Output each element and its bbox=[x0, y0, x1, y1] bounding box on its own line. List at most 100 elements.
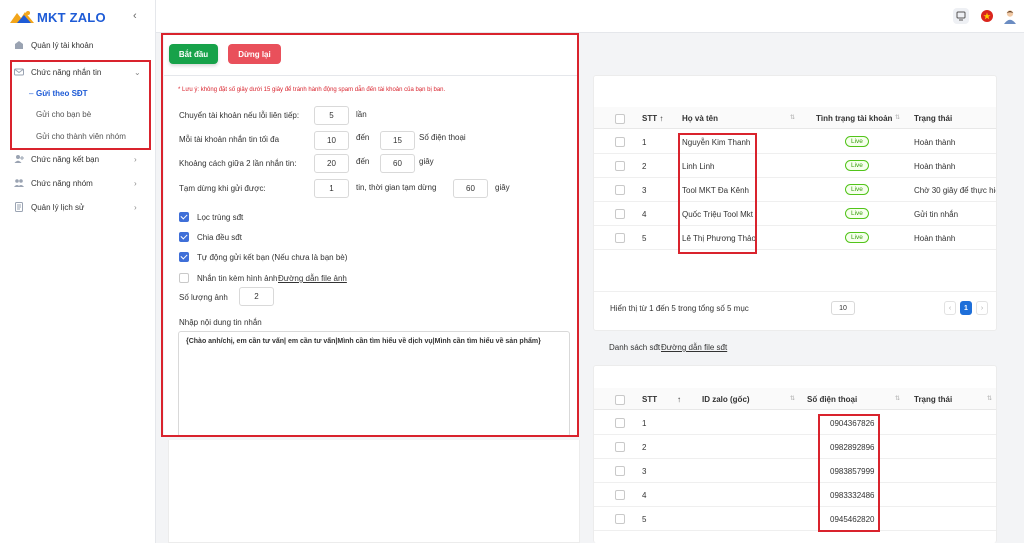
row-checkbox[interactable] bbox=[615, 490, 625, 500]
pause-count-input[interactable]: 1 bbox=[314, 179, 349, 198]
row-checkbox[interactable] bbox=[615, 161, 625, 171]
stop-button[interactable]: Dừng lại bbox=[228, 44, 281, 64]
select-all-checkbox[interactable] bbox=[615, 114, 625, 124]
start-button[interactable]: Bắt đầu bbox=[169, 44, 218, 64]
row-checkbox[interactable] bbox=[615, 442, 625, 452]
table-row[interactable]: 2 Linh Linh Live Hoàn thành bbox=[594, 154, 996, 178]
avatar[interactable] bbox=[1002, 8, 1018, 24]
filter-duplicates-checkbox[interactable] bbox=[179, 212, 189, 222]
logo[interactable]: MKT ZALO bbox=[9, 9, 106, 25]
row-checkbox[interactable] bbox=[615, 514, 625, 524]
col-account-status[interactable]: Tình trạng tài khoản bbox=[816, 114, 892, 123]
table-header: STT ↑ Họ và tên ⇅ Tình trạng tài khoản ⇅… bbox=[594, 107, 996, 129]
switch-account-label: Chuyển tài khoản nếu lỗi liên tiếp: bbox=[179, 111, 300, 120]
pager-info: Hiển thị từ 1 đến 5 trong tổng số 5 mục bbox=[610, 304, 749, 313]
row-status: Hoàn thành bbox=[914, 162, 956, 171]
sort-icon[interactable]: ⇅ bbox=[987, 395, 992, 402]
sidebar-item-groups[interactable]: Chức năng nhóm › bbox=[0, 172, 155, 194]
phone-file-link[interactable]: Đường dẫn file sđt bbox=[661, 343, 727, 352]
row-checkbox[interactable] bbox=[615, 185, 625, 195]
subitem-send-to-group-members[interactable]: Gửi cho thành viên nhóm bbox=[0, 127, 155, 147]
row-status: Gửi tin nhắn bbox=[914, 210, 959, 219]
row-checkbox[interactable] bbox=[615, 209, 625, 219]
select-all-checkbox[interactable] bbox=[615, 395, 625, 405]
row-stt: 4 bbox=[642, 210, 647, 219]
sidebar-item-friends[interactable]: Chức năng kết bạn › bbox=[0, 148, 155, 170]
subitem-send-to-friends[interactable]: Gửi cho bạn bè bbox=[0, 105, 155, 125]
row-checkbox[interactable] bbox=[615, 137, 625, 147]
collapse-sidebar-icon[interactable]: ‹ bbox=[133, 10, 143, 22]
page-1-button[interactable]: 1 bbox=[960, 301, 972, 315]
col-status[interactable]: Trạng thái bbox=[914, 395, 952, 404]
row-checkbox[interactable] bbox=[615, 418, 625, 428]
image-path-link[interactable]: Đường dẫn file ảnh bbox=[278, 274, 347, 283]
row-status: Hoàn thành bbox=[914, 234, 956, 243]
sort-icon[interactable]: ⇅ bbox=[895, 114, 900, 121]
prev-page-button[interactable]: ‹ bbox=[944, 301, 956, 315]
live-badge: Live bbox=[845, 232, 869, 243]
sidebar-item-messaging[interactable]: Chức năng nhắn tin ⌄ bbox=[0, 61, 155, 83]
interval-unit: giây bbox=[419, 157, 434, 166]
row-checkbox[interactable] bbox=[615, 233, 625, 243]
table-row[interactable]: 4 Quốc Triệu Tool Mkt Live Gửi tin nhắn bbox=[594, 202, 996, 226]
sidebar-item-label: Chức năng nhóm bbox=[31, 178, 93, 188]
row-checkbox[interactable] bbox=[615, 466, 625, 476]
next-page-button[interactable]: › bbox=[976, 301, 988, 315]
auto-friend-checkbox[interactable] bbox=[179, 252, 189, 262]
col-phone[interactable]: Số điện thoại bbox=[807, 395, 857, 404]
table-row[interactable]: 2 0982892896 bbox=[594, 435, 996, 459]
table-row[interactable]: 1 Nguyễn Kim Thanh Live Hoàn thành bbox=[594, 130, 996, 154]
subitem-send-by-phone[interactable]: – Gửi theo SĐT bbox=[0, 84, 155, 104]
col-zalo-id[interactable]: ID zalo (gốc) bbox=[702, 395, 750, 404]
sidebar-item-history[interactable]: Quản lý lịch sử › bbox=[0, 196, 155, 218]
per-account-from-input[interactable]: 10 bbox=[314, 131, 349, 150]
table-row[interactable]: 5 Lê Thị Phương Thảo Live Hoàn thành bbox=[594, 226, 996, 250]
col-stt[interactable]: STT ↑ bbox=[642, 114, 663, 123]
split-evenly-checkbox[interactable] bbox=[179, 232, 189, 242]
topbar bbox=[156, 0, 1024, 33]
message-content-textarea[interactable]: {Chào anh/chị, em cần tư vấn| em cần tư … bbox=[178, 331, 570, 437]
logo-icon bbox=[10, 11, 34, 23]
page-size-select[interactable]: 10 bbox=[831, 301, 855, 315]
send-settings-panel: Bắt đầu Dừng lại * Lưu ý: không đặt số g… bbox=[161, 33, 579, 437]
col-status[interactable]: Trạng thái bbox=[914, 114, 952, 123]
vietnam-flag-icon[interactable] bbox=[979, 8, 995, 24]
table-row[interactable]: 5 0945462820 bbox=[594, 507, 996, 531]
pause-mid-text: tin, thời gian tạm dừng bbox=[356, 183, 437, 192]
to-word: đến bbox=[356, 157, 370, 166]
sort-icon[interactable]: ⇅ bbox=[790, 114, 795, 121]
col-stt[interactable]: STT bbox=[642, 395, 657, 404]
row-stt: 1 bbox=[642, 138, 647, 147]
live-badge: Live bbox=[845, 160, 869, 171]
table-row[interactable]: 3 0983857999 bbox=[594, 459, 996, 483]
subitem-label: Gửi cho bạn bè bbox=[36, 110, 92, 119]
row-stt: 3 bbox=[642, 186, 647, 195]
pause-seconds-input[interactable]: 60 bbox=[453, 179, 488, 198]
table-row[interactable]: 3 Tool MKT Đa Kênh Live Chờ 30 giây để t… bbox=[594, 178, 996, 202]
monitor-icon[interactable] bbox=[953, 8, 969, 24]
chevron-right-icon: › bbox=[134, 178, 137, 188]
sort-icon[interactable]: ⇅ bbox=[790, 395, 795, 402]
image-count-input[interactable]: 2 bbox=[239, 287, 274, 306]
table-row[interactable]: 1 0904367826 bbox=[594, 411, 996, 435]
table-row[interactable]: 4 0983332486 bbox=[594, 483, 996, 507]
message-icon bbox=[14, 67, 24, 77]
sort-up-icon[interactable]: ↑ bbox=[677, 395, 681, 404]
col-name[interactable]: Họ và tên bbox=[682, 114, 718, 123]
switch-account-input[interactable]: 5 bbox=[314, 106, 349, 125]
interval-from-input[interactable]: 20 bbox=[314, 154, 349, 173]
sort-icon[interactable]: ⇅ bbox=[895, 395, 900, 402]
attach-image-checkbox[interactable] bbox=[179, 273, 189, 283]
live-badge: Live bbox=[845, 184, 869, 195]
attach-image-label: Nhắn tin kèm hình ảnh bbox=[197, 274, 278, 283]
sidebar-item-label: Chức năng nhắn tin bbox=[31, 67, 102, 77]
group-icon bbox=[14, 178, 24, 188]
subitem-label: Gửi theo SĐT bbox=[36, 89, 88, 98]
interval-to-input[interactable]: 60 bbox=[380, 154, 415, 173]
filter-duplicates-label: Lọc trùng sđt bbox=[197, 213, 244, 222]
per-account-to-input[interactable]: 15 bbox=[380, 131, 415, 150]
pause-unit: giây bbox=[495, 183, 510, 192]
sidebar-item-accounts[interactable]: Quản lý tài khoản bbox=[0, 34, 155, 56]
phone-list-label: Danh sách sđt bbox=[609, 343, 661, 352]
image-count-label: Số lượng ảnh bbox=[179, 293, 228, 302]
